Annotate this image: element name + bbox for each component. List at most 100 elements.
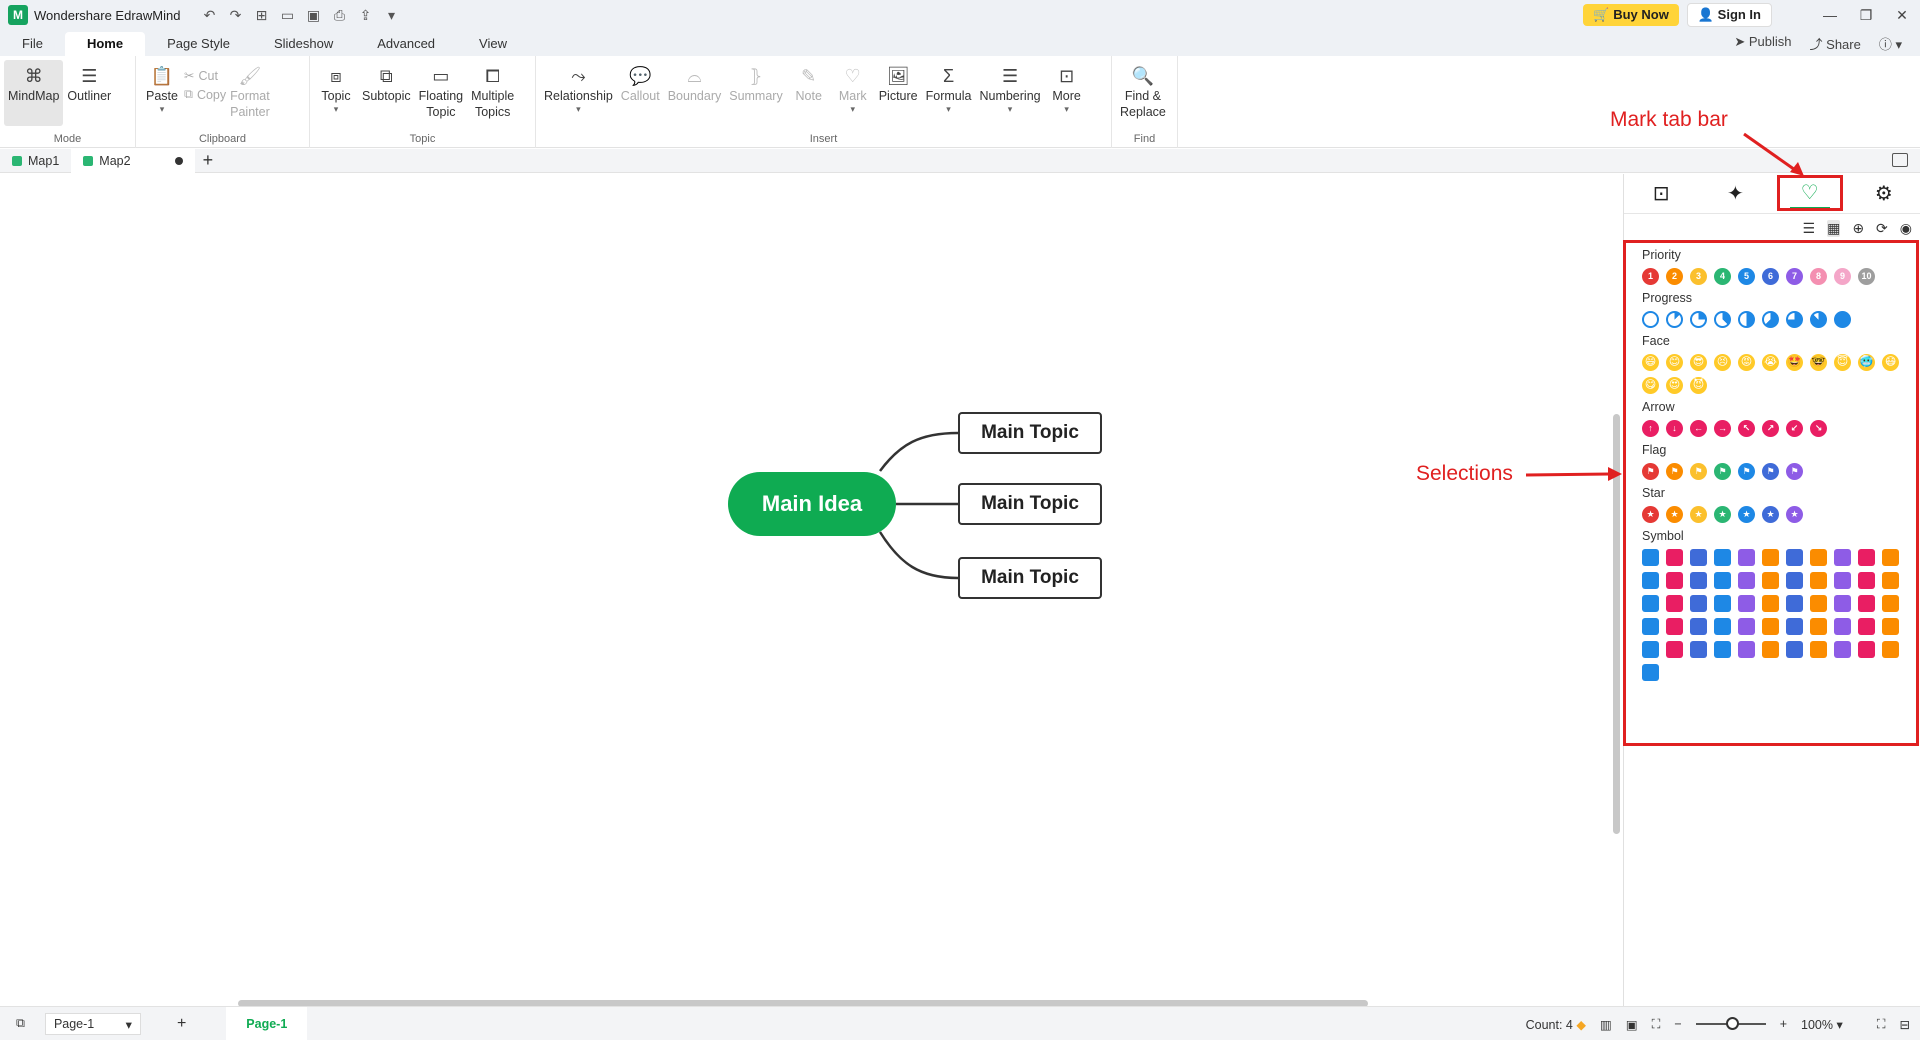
share-label: Share <box>1826 37 1861 52</box>
main-topic-node[interactable]: Main Topic <box>958 557 1102 599</box>
quick-access-toolbar: ↶ ↷ ⊞ ▭ ▣ ⎙ ⇪ ▾ <box>200 7 400 24</box>
buy-now-label: Buy Now <box>1613 7 1669 22</box>
paste-label: Paste <box>146 89 178 103</box>
page-select[interactable]: Page-1 ▾ <box>44 1012 141 1035</box>
book-view-icon[interactable]: ▥ <box>1600 1017 1612 1032</box>
group-label-clipboard: Clipboard <box>198 133 247 145</box>
floating-topic-label-2: Topic <box>426 105 456 119</box>
zoom-slider[interactable] <box>1695 1017 1766 1030</box>
doc-tab-map1[interactable]: Map1 <box>0 149 71 173</box>
annotation-selections-highlight <box>1623 240 1919 746</box>
tab-view[interactable]: View <box>457 32 529 56</box>
customize-icon[interactable]: ▾ <box>382 7 400 24</box>
list-view-icon[interactable]: ☰ <box>1803 220 1816 237</box>
add-page-icon[interactable]: + <box>177 1015 186 1033</box>
side-panel-tabs: ⊡ ✦ ♡ ⚙ <box>1624 174 1920 214</box>
cut-button[interactable]: ✂ Cut <box>184 68 226 84</box>
fullscreen-icon[interactable]: ⛶ <box>1877 1017 1886 1032</box>
note-icon: ✎ <box>801 66 817 86</box>
zoom-in-icon[interactable]: + <box>1780 1017 1787 1031</box>
sign-in-button[interactable]: 👤 Sign In <box>1686 3 1772 27</box>
outliner-label: Outliner <box>67 89 112 103</box>
redo-icon[interactable]: ↷ <box>226 7 244 24</box>
add-mark-icon[interactable]: ⊕ <box>1852 220 1864 237</box>
ribbon: ⌘ MindMap ☰ Outliner Mode 📋 Paste ▾ ✂ Cut ⧉ Co… <box>0 56 1920 148</box>
floating-topic-label: Floating <box>418 89 464 103</box>
ai-icon[interactable]: ✦ <box>1715 178 1755 210</box>
doc-tab-map2[interactable]: Map2 <box>71 148 195 173</box>
minimize-icon[interactable]: — <box>1812 7 1848 23</box>
buy-now-button[interactable]: 🛒 Buy Now <box>1583 4 1679 26</box>
page-select-label: Page-1 <box>53 1016 95 1031</box>
numbering-icon: ☰ <box>1001 66 1019 86</box>
find-replace-label-2: Replace <box>1120 105 1166 119</box>
root-node-main-idea[interactable]: Main Idea <box>728 472 896 536</box>
fit-page-icon[interactable]: ▣ <box>1626 1017 1638 1032</box>
copy-label: Copy <box>196 87 227 102</box>
undo-icon[interactable]: ↶ <box>200 7 218 24</box>
show-hide-icon[interactable]: ◉ <box>1900 220 1912 237</box>
zoom-value: 100% <box>1801 1017 1833 1032</box>
multiple-topics-label: Multiple <box>471 89 515 103</box>
main-topic-node[interactable]: Main Topic <box>958 483 1102 525</box>
tab-home[interactable]: Home <box>64 32 146 56</box>
callout-label: Callout <box>620 89 660 103</box>
help-button[interactable]: ⓘ ▾ <box>1879 34 1902 53</box>
mark-icon: ♡ <box>844 66 861 86</box>
annotation-mark-tab-highlight <box>1777 175 1843 211</box>
app-logo-icon: M <box>8 5 28 25</box>
zoom-level[interactable]: 100% ▾ <box>1801 1017 1843 1032</box>
mindmap-icon: ⌘ <box>24 66 43 86</box>
print-icon[interactable]: ⎙ <box>330 7 348 24</box>
close-icon[interactable]: ✕ <box>1884 7 1920 24</box>
share-button[interactable]: ⤴ Share <box>1810 34 1861 53</box>
tab-file[interactable]: File <box>0 32 65 56</box>
export-icon[interactable]: ⇪ <box>356 7 374 24</box>
zoom-out-icon[interactable]: − <box>1674 1017 1681 1031</box>
mindmap-button[interactable]: ⌘ MindMap <box>4 60 64 126</box>
new-icon[interactable]: ⊞ <box>252 7 270 24</box>
outliner-icon: ☰ <box>81 66 98 86</box>
doc-tab-label: Map2 <box>99 153 131 168</box>
relationship-icon: ⤳ <box>571 66 586 86</box>
floating-topic-icon: ▭ <box>432 66 450 86</box>
style-icon[interactable]: ⊡ <box>1641 178 1681 210</box>
mark-settings-icon[interactable]: ⟳ <box>1876 220 1888 237</box>
panel-layout-icon[interactable]: ⊟ <box>1900 1017 1910 1032</box>
save-icon[interactable]: ▣ <box>304 7 322 24</box>
format-painter-label: Format <box>230 89 270 103</box>
group-label-topic: Topic <box>409 133 436 145</box>
note-label: Note <box>795 89 822 103</box>
multiple-topics-icon: ⧠ <box>485 66 500 86</box>
connector-line <box>878 431 959 472</box>
page-tab-page-1[interactable]: Page-1 <box>226 1006 308 1040</box>
formula-label: Formula <box>925 89 972 103</box>
zoom-slider-knob[interactable] <box>1725 1017 1739 1030</box>
cut-label: Cut <box>198 68 218 83</box>
main-topic-node[interactable]: Main Topic <box>958 412 1102 454</box>
restore-icon[interactable]: ❐ <box>1848 7 1884 24</box>
status-bar: ⧉ Page-1 ▾ + Page-1 Count: 4 ◆ ▥ ▣ ⛶ − + … <box>0 1006 1920 1040</box>
mindmap-canvas[interactable]: Main Idea Main Topic Main Topic Main Top… <box>0 174 1623 1007</box>
grid-view-icon[interactable]: ▦ <box>1827 220 1841 237</box>
cut-icon: ✂ <box>184 69 195 83</box>
open-icon[interactable]: ▭ <box>278 7 296 24</box>
copy-button[interactable]: ⧉ Copy <box>184 87 226 102</box>
mindmap-label: MindMap <box>8 89 60 103</box>
theme-icon[interactable]: ⚙ <box>1864 178 1904 210</box>
fullscreen-fit-icon[interactable]: ⛶ <box>1652 1017 1661 1032</box>
format-painter-label-2: Painter <box>230 105 270 119</box>
ribbon-group-find: 🔍 Find & Replace Find <box>1112 56 1178 148</box>
panel-toggle-icon[interactable] <box>1892 153 1908 167</box>
tab-slideshow[interactable]: Slideshow <box>252 32 355 56</box>
document-tabs: Map1 Map2 + <box>0 148 1920 173</box>
publish-label: Publish <box>1748 34 1792 49</box>
publish-button[interactable]: ➤ Publish <box>1734 34 1791 53</box>
document-icon <box>83 155 94 166</box>
sidebar-toggle-icon[interactable]: ⧉ <box>16 1016 25 1031</box>
tab-advanced[interactable]: Advanced <box>355 32 457 56</box>
add-tab-icon[interactable]: + <box>195 150 222 171</box>
tab-page-style[interactable]: Page Style <box>145 32 252 56</box>
annotation-mark-tab-bar: Mark tab bar <box>1610 108 1728 131</box>
paste-icon: 📋 <box>150 66 174 86</box>
